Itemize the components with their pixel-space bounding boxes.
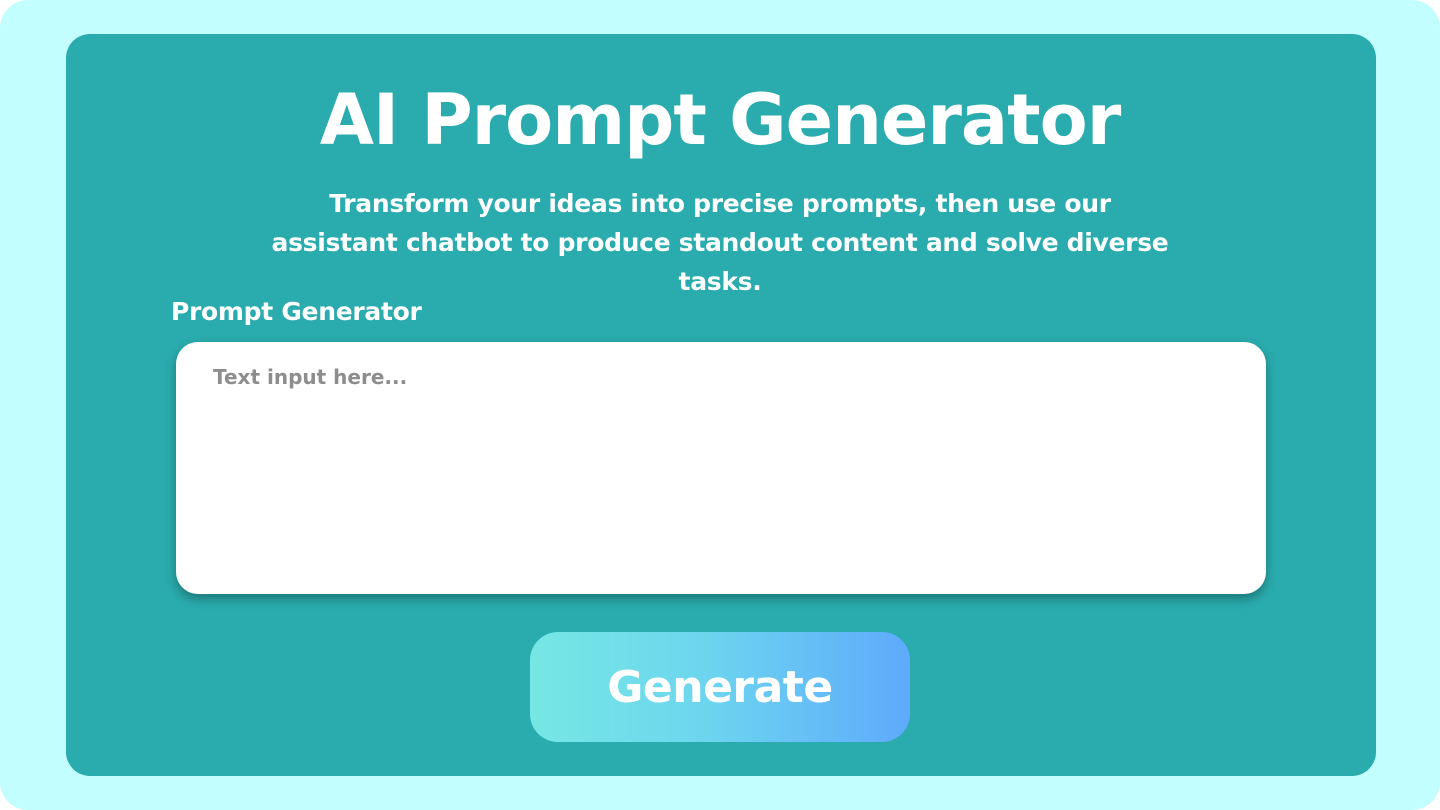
prompt-section-label: Prompt Generator <box>171 297 422 326</box>
page-background: AI Prompt Generator Transform your ideas… <box>0 0 1440 810</box>
page-title: AI Prompt Generator <box>319 79 1121 161</box>
page-subtitle: Transform your ideas into precise prompt… <box>271 189 1169 296</box>
generate-button[interactable]: Generate <box>530 632 910 742</box>
prompt-input[interactable] <box>176 342 1266 594</box>
